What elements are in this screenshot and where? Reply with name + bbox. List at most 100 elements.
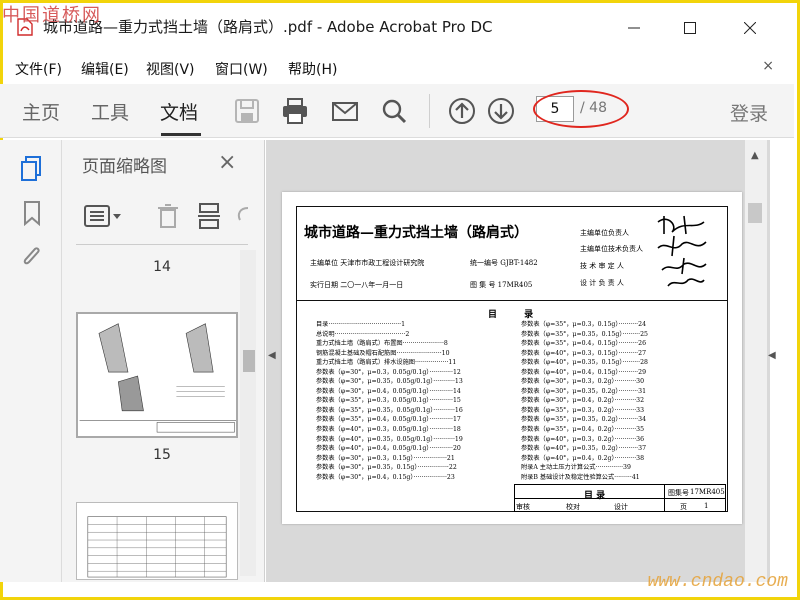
title-block-review: 审核 — [516, 503, 530, 511]
meta-date: 实行日期 二〇一八年一月一日 — [310, 281, 404, 289]
tab-home[interactable]: 主页 — [22, 98, 60, 125]
menu-file[interactable]: 文件(F) — [15, 59, 62, 79]
bookmark-icon[interactable] — [22, 200, 42, 226]
toc-entry[interactable]: 参数表（φ=30°，μ=0.3，0.15g）·················2… — [316, 454, 463, 464]
thumbnail-drawing — [79, 323, 236, 433]
save-icon[interactable] — [232, 96, 262, 126]
toc-entry[interactable]: 重力式挡土墙（路肩式）排水设施图·················11 — [316, 358, 463, 368]
toc-entry[interactable]: 参数表（φ=30°，μ=0.35，0.2g）··········31 — [521, 387, 648, 397]
meta-atlas: 图 集 号 17MR405 — [470, 281, 533, 289]
toolbar-separator — [429, 94, 430, 128]
tab-document[interactable]: 文档 — [160, 98, 198, 125]
expand-right-pane-icon[interactable]: ◀ — [768, 350, 776, 361]
toc-entry[interactable]: 参数表（φ=30°，μ=0.4，0.15g）·················2… — [316, 473, 463, 483]
toc-entry[interactable]: 参数表（φ=35°，μ=0.4，0.05g/0.1g）············1… — [316, 415, 463, 425]
title-block-check: 校对 — [566, 503, 580, 511]
toc-entry[interactable]: 附录B 基础设计及稳定性验算公式·········41 — [521, 473, 648, 483]
title-block-set-label: 图集号 — [668, 489, 689, 497]
title-block-page-number: 1 — [704, 502, 709, 510]
toc-entry[interactable]: 重力式挡土墙（路肩式）布置图·····················8 — [316, 339, 463, 349]
thumbnail-scrollbar-thumb[interactable] — [243, 350, 255, 372]
rotate-icon[interactable] — [234, 204, 250, 228]
toc-entry[interactable]: 参数表（φ=40°，μ=0.3，0.05g/0.1g）············1… — [316, 425, 463, 435]
toc-entry[interactable]: 参数表（φ=30°，μ=0.35，0.15g）················2… — [316, 463, 463, 473]
toc-entry[interactable]: 参数表（φ=35°，μ=0.4，0.2g）···········35 — [521, 425, 648, 435]
thumbnail-label-15: 15 — [153, 447, 171, 463]
title-block-vline — [664, 484, 665, 512]
page-up-icon[interactable] — [447, 96, 477, 126]
red-annotation-ellipse — [533, 90, 629, 128]
collapse-left-pane-icon[interactable]: ◀ — [268, 350, 276, 361]
toc-entry[interactable]: 参数表（φ=30°，μ=0.35，0.05g/0.1g）···········1… — [316, 377, 463, 387]
close-panel-icon[interactable]: × — [218, 150, 236, 175]
toc-entry[interactable]: 参数表（φ=40°，μ=0.3，0.15g）··········27 — [521, 349, 648, 359]
active-tab-underline — [161, 133, 201, 136]
print-icon[interactable] — [280, 96, 310, 126]
toc-entry[interactable]: 参数表（φ=35°，μ=0.4，0.15g）··········26 — [521, 339, 648, 349]
toc-entry[interactable]: 参数表（φ=30°，μ=0.4，0.05g/0.1g）············1… — [316, 387, 463, 397]
toc-left-column: 目录·····································1… — [316, 320, 463, 482]
toc-entry[interactable]: 参数表（φ=40°，μ=0.35，0.2g）··········37 — [521, 444, 648, 454]
toc-entry[interactable]: 参数表（φ=35°，μ=0.35，0.15g）·········25 — [521, 330, 648, 340]
toc-entry[interactable]: 参数表（φ=40°，μ=0.35，0.15g）·········28 — [521, 358, 648, 368]
watermark-top: 中国道桥网 — [2, 5, 102, 26]
toc-entry[interactable]: 参数表（φ=35°，μ=0.3，0.05g/0.1g）············1… — [316, 396, 463, 406]
maximize-icon[interactable] — [667, 15, 713, 41]
thumbnail-scrollbar[interactable] — [240, 250, 256, 576]
scroll-up-icon[interactable]: ▲ — [751, 150, 759, 161]
title-block-set: 17MR405 — [690, 488, 725, 496]
thumbnail-table-drawing — [87, 516, 227, 578]
minimize-icon[interactable] — [611, 15, 657, 41]
toc-entry[interactable]: 附录A 主动土压力计算公式··············39 — [521, 463, 648, 473]
toc-entry[interactable]: 目录·····································1 — [316, 320, 463, 330]
toc-entry[interactable]: 参数表（φ=40°，μ=0.4，0.15g）··········29 — [521, 368, 648, 378]
window-title: 城市道路—重力式挡土墙（路肩式）.pdf - Adobe Acrobat Pro… — [43, 18, 493, 36]
title-bar: 城市道路—重力式挡土墙（路肩式）.pdf - Adobe Acrobat Pro… — [3, 3, 797, 51]
toc-entry[interactable]: 参数表（φ=35°，μ=0.3，0.2g）···········33 — [521, 406, 648, 416]
toc-entry[interactable]: 参数表（φ=40°，μ=0.3，0.2g）···········36 — [521, 435, 648, 445]
title-block-name: 目 录 — [584, 491, 606, 501]
menu-bar: 文件(F) 编辑(E) 视图(V) 窗口(W) 帮助(H) × — [0, 58, 794, 80]
menu-window[interactable]: 窗口(W) — [215, 59, 268, 79]
document-scrollbar-thumb[interactable] — [748, 203, 762, 223]
toc-entry[interactable]: 参数表（φ=40°，μ=0.4，0.05g/0.1g）············2… — [316, 444, 463, 454]
title-block-design: 设计 — [614, 503, 628, 511]
menu-help[interactable]: 帮助(H) — [288, 59, 337, 79]
tab-tools[interactable]: 工具 — [91, 98, 129, 125]
thumbnail-panel-title: 页面缩略图 — [82, 157, 167, 177]
toc-heading: 目 录 — [488, 310, 546, 320]
delete-icon[interactable] — [156, 203, 180, 229]
document-title: 城市道路—重力式挡土墙（路肩式） — [304, 225, 528, 241]
page-thumbnails-icon[interactable] — [20, 155, 44, 183]
page-down-icon[interactable] — [486, 96, 516, 126]
close-icon[interactable] — [727, 15, 773, 41]
title-block-page-label: 页 — [680, 503, 687, 511]
toc-entry[interactable]: 参数表（φ=40°，μ=0.35，0.05g/0.1g）···········1… — [316, 435, 463, 445]
toc-entry[interactable]: 参数表（φ=40°，μ=0.4，0.2g）···········38 — [521, 454, 648, 464]
login-button[interactable]: 登录 — [730, 99, 768, 126]
close-document-icon[interactable]: × — [762, 58, 774, 74]
meta-role-4: 设 计 负 责 人 — [580, 279, 624, 287]
toc-entry[interactable]: 参数表（φ=30°，μ=0.3，0.2g）···········30 — [521, 377, 648, 387]
menu-edit[interactable]: 编辑(E) — [81, 59, 129, 79]
toc-entry[interactable]: 总说明····································2 — [316, 330, 463, 340]
title-block-divider — [514, 498, 726, 499]
thumbnail-page-14[interactable] — [76, 312, 238, 438]
toc-entry[interactable]: 参数表（φ=35°，μ=0.35，0.05g/0.1g）···········1… — [316, 406, 463, 416]
search-icon[interactable] — [379, 96, 409, 126]
thumbnail-page-16[interactable] — [76, 502, 238, 580]
toc-entry[interactable]: 钢筋混凝土基础及帽石配筋图·······················10 — [316, 349, 463, 359]
toc-entry[interactable]: 参数表（φ=30°，μ=0.3，0.05g/0.1g）············1… — [316, 368, 463, 378]
menu-view[interactable]: 视图(V) — [146, 59, 195, 79]
email-icon[interactable] — [330, 96, 360, 126]
toc-entry[interactable]: 参数表（φ=35°，μ=0.35，0.2g）··········34 — [521, 415, 648, 425]
toc-entry[interactable]: 参数表（φ=30°，μ=0.4，0.2g）···········32 — [521, 396, 648, 406]
options-menu-icon[interactable] — [84, 204, 124, 228]
toolbar: 主页 工具 文档 — [0, 84, 794, 138]
insert-page-icon[interactable] — [197, 202, 221, 230]
signatures-image — [657, 215, 707, 287]
meta-editor: 主编单位 天津市市政工程设计研究院 — [310, 259, 425, 267]
meta-role-1: 主编单位负责人 — [580, 229, 629, 237]
toc-entry[interactable]: 参数表（φ=35°，μ=0.3，0.15g）··········24 — [521, 320, 648, 330]
attachment-icon[interactable] — [20, 244, 44, 272]
